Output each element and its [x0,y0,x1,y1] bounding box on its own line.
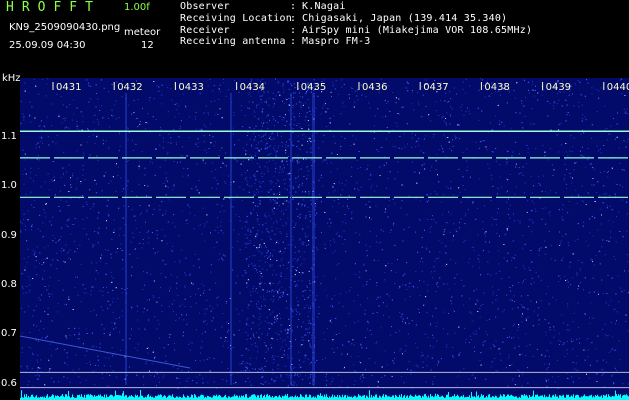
y-tick-label: 0.7 [1,328,17,340]
info-colon: : [290,12,297,24]
app-title: HROFFT [6,0,101,15]
x-tick-label: 0437 [423,82,448,93]
x-tick-label: 0432 [117,82,142,93]
info-row-location: Receiving Location: Chigasaki, Japan (139… [180,13,532,25]
info-value: AirSpy mini (Miakejima VOR 108.65MHz) [302,24,533,36]
x-tick-label: 0439 [546,82,571,93]
count-label: 12 [141,40,154,51]
x-tick-label: 0435 [301,82,326,93]
info-colon: : [290,36,297,48]
info-value: K.Nagai [302,1,346,12]
y-tick-label: 0.8 [1,279,17,291]
column-band [312,93,315,385]
x-tick-label: 0434 [240,82,265,93]
station-info: Observer: K.Nagai Receiving Location: Chig… [180,1,532,48]
y-tick-label: 1.0 [1,180,17,192]
hrofft-screen: HROFFT 1.00f KN9_2509090430.png meteor 2… [0,0,629,400]
spectrogram-canvas: 0431 0432 0433 0434 0435 0436 0437 0438 0439 0440 [20,78,629,400]
info-row-observer: Observer: K.Nagai [180,1,532,13]
spectrogram: 0431 0432 0433 0434 0435 0436 0437 0438 0439 0440 [20,78,629,400]
info-colon: : [290,24,297,36]
info-value: Chigasaki, Japan (139.414 35.340) [302,12,508,24]
x-tick-label: 0433 [178,82,203,93]
x-tick-label: 0440 [607,82,629,93]
mode-label: meteor [124,27,161,38]
x-tick-label: 0431 [56,82,81,93]
column-band [290,93,292,385]
info-key: Receiving antenna [180,36,286,48]
info-key: Receiving Location [180,12,292,24]
y-tick-label: 0.9 [1,229,17,241]
info-key: Observer [180,1,230,12]
y-axis-unit: kHz [2,73,21,84]
column-band [125,93,127,385]
x-tick-label: 0438 [484,82,509,93]
info-row-antenna: Receiving antenna: Maspro FM-3 [180,36,532,48]
app-version: 1.00f [124,2,150,13]
column-band [230,93,232,385]
info-colon: : [290,1,297,12]
info-key: Receiver [180,24,230,36]
info-row-receiver: Receiver: AirSpy mini (Miakejima VOR 108.… [180,25,532,37]
y-tick-label: 0.6 [1,377,17,389]
info-value: Maspro FM-3 [302,36,371,48]
x-tick-label: 0436 [362,82,387,93]
file-name: KN9_2509090430.png [9,22,121,33]
datetime-label: 25.09.09 04:30 [9,40,86,51]
y-tick-label: 1.1 [1,131,17,143]
